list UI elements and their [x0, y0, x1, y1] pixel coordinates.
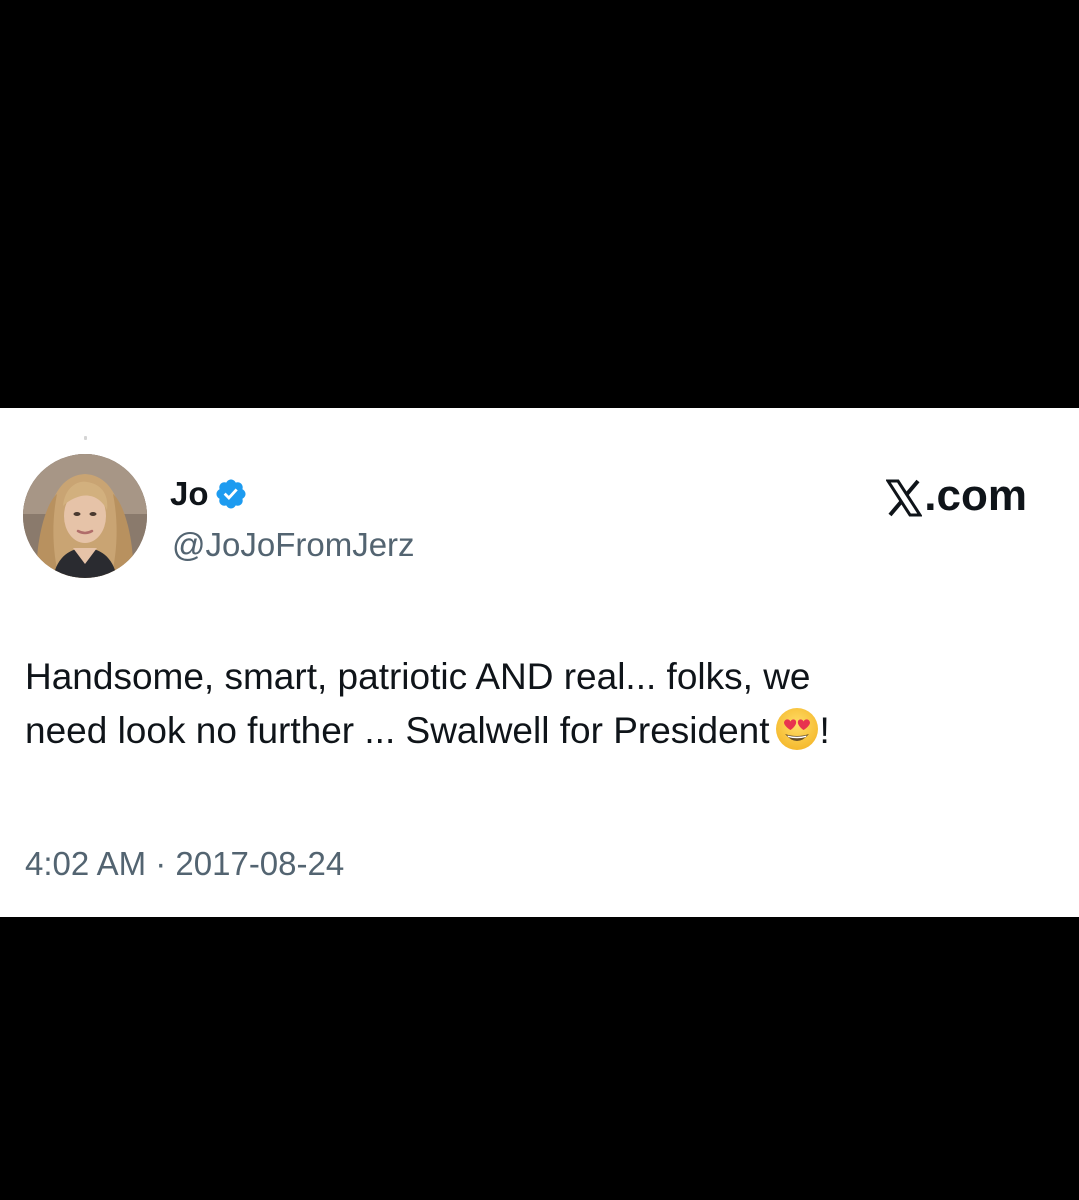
tweet-text-line-2-text: need look no further ... Swalwell for Pr… — [25, 710, 770, 751]
tweet-card: Jo @JoJoFromJerz .com Handsome, smart, p… — [0, 408, 1079, 917]
tweet-timestamp[interactable]: 4:02 AM · 2017-08-24 — [25, 844, 344, 884]
brand-domain-text: .com — [924, 471, 1027, 520]
verified-badge-icon[interactable] — [214, 477, 248, 511]
author-handle[interactable]: @JoJoFromJerz — [172, 525, 415, 565]
top-black-band — [0, 0, 1079, 408]
bottom-black-band — [0, 917, 1079, 1200]
tweet-text-line-2: need look no further ... Swalwell for Pr… — [25, 704, 1055, 758]
avatar[interactable] — [23, 454, 147, 578]
tweet-body: Handsome, smart, patriotic AND real... f… — [25, 650, 1055, 758]
dust-speck — [84, 436, 87, 440]
tweet-text-line-1: Handsome, smart, patriotic AND real... f… — [25, 656, 811, 697]
x-com-brand: .com — [885, 470, 1027, 522]
avatar-portrait-image — [23, 454, 147, 578]
x-logo-icon — [885, 477, 924, 517]
author-display-name[interactable]: Jo — [170, 474, 248, 514]
tweet-text-suffix: ! — [819, 710, 830, 751]
heart-eyes-emoji-icon — [774, 706, 820, 752]
display-name-text: Jo — [170, 475, 209, 512]
